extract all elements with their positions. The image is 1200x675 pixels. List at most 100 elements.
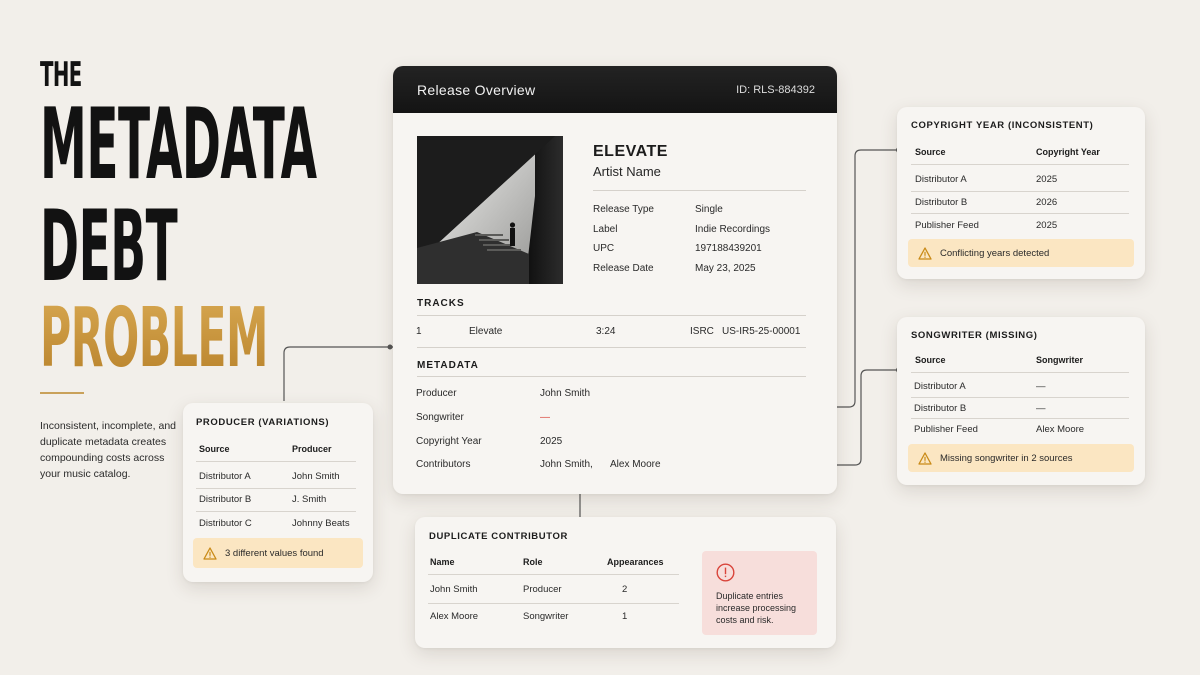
album-cover-image	[417, 136, 563, 284]
alert-text: Duplicate entries increase processing co…	[716, 591, 797, 625]
connector-dot	[387, 344, 393, 350]
metadata-label: Songwriter	[416, 412, 464, 423]
isrc-label: ISRC	[690, 326, 714, 337]
metadata-label: Copyright Year	[416, 436, 482, 447]
warning-icon	[203, 546, 217, 560]
hero-title-line-2: METADATA	[40, 88, 317, 202]
hero-title-line-4: PROBLEM	[40, 291, 268, 386]
table-cell: Distributor A	[199, 471, 251, 482]
table-cell: Johnny Beats	[292, 518, 350, 529]
table-cell: 2025	[1036, 174, 1058, 185]
field-value: May 23, 2025	[695, 263, 756, 274]
table-cell: Publisher Feed	[914, 424, 978, 435]
card-title: PRODUCER (VARIATIONS)	[196, 417, 330, 428]
field-label: UPC	[593, 243, 615, 254]
table-cell: 2	[622, 584, 628, 595]
table-cell: Distributor B	[914, 403, 967, 414]
warning-icon	[918, 451, 932, 465]
warning-text: Conflicting years detected	[940, 247, 1050, 259]
alert-box: Duplicate entries increase processing co…	[702, 551, 817, 635]
metadata-section-title: METADATA	[417, 360, 479, 371]
divider	[593, 190, 806, 191]
release-id: ID: RLS-884392	[736, 83, 815, 96]
table-cell: 1	[622, 611, 628, 622]
track-number: 1	[416, 326, 422, 337]
release-header: Release Overview ID: RLS-884392	[393, 66, 837, 113]
divider	[196, 461, 356, 462]
column-header: Source	[915, 147, 946, 157]
songwriter-card: SONGWRITER (MISSING) Source Songwriter D…	[897, 317, 1145, 485]
hero-title-line-1: THE	[40, 55, 82, 95]
table-cell: Publisher Feed	[915, 220, 979, 231]
divider	[911, 372, 1129, 373]
divider	[911, 397, 1129, 398]
card-title: DUPLICATE CONTRIBUTOR	[429, 531, 568, 542]
divider	[911, 418, 1129, 419]
hero-title-line-3: DEBT	[40, 190, 178, 304]
producer-variations-card: PRODUCER (VARIATIONS) Source Producer Di…	[183, 403, 373, 582]
field-label: Release Date	[593, 263, 654, 274]
column-header: Producer	[292, 444, 332, 454]
card-title: SONGWRITER (MISSING)	[911, 330, 1038, 341]
warning-text: 3 different values found	[225, 547, 324, 559]
table-cell: Distributor B	[915, 197, 968, 208]
divider	[428, 603, 679, 604]
track-title[interactable]: Elevate	[469, 326, 502, 337]
column-header: Source	[915, 355, 946, 365]
divider	[417, 376, 806, 377]
contributor: John Smith,	[540, 459, 593, 470]
column-header: Songwriter	[1036, 355, 1084, 365]
divider	[417, 347, 806, 348]
hero-divider	[40, 392, 84, 394]
table-cell: Alex Moore	[1036, 424, 1085, 435]
divider	[417, 315, 806, 316]
divider	[196, 488, 356, 489]
table-cell: Producer	[523, 584, 562, 595]
table-cell: Distributor B	[199, 494, 252, 505]
tracks-section-title: TRACKS	[417, 298, 465, 309]
table-cell: 2025	[1036, 220, 1058, 231]
warning-banner: Missing songwriter in 2 sources	[908, 444, 1134, 472]
track-duration: 3:24	[596, 326, 616, 337]
metadata-value-missing: —	[540, 412, 550, 423]
table-cell: John Smith	[292, 471, 340, 482]
table-cell-missing: —	[1036, 403, 1046, 414]
table-cell: Distributor A	[914, 381, 966, 392]
column-header: Role	[523, 557, 543, 567]
duplicate-contributor-card: DUPLICATE CONTRIBUTOR Name Role Appearan…	[415, 517, 836, 648]
column-header: Copyright Year	[1036, 147, 1100, 157]
warning-banner: 3 different values found	[193, 538, 363, 568]
table-cell: Alex Moore	[430, 611, 479, 622]
table-cell: Distributor C	[199, 518, 252, 529]
connector-copyright	[837, 149, 899, 408]
album-title: ELEVATE	[593, 143, 668, 160]
copyright-year-card: COPYRIGHT YEAR (INCONSISTENT) Source Cop…	[897, 107, 1145, 279]
column-header: Source	[199, 444, 230, 454]
card-title: COPYRIGHT YEAR (INCONSISTENT)	[911, 120, 1094, 131]
warning-icon	[918, 246, 932, 260]
release-header-title: Release Overview	[417, 81, 536, 98]
field-value: Indie Recordings	[695, 224, 771, 235]
metadata-label: Producer	[416, 388, 457, 399]
field-value: Single	[695, 204, 723, 215]
warning-text: Missing songwriter in 2 sources	[940, 452, 1073, 464]
divider	[911, 164, 1129, 165]
hero-description: Inconsistent, incomplete, and duplicate …	[40, 420, 176, 480]
column-header: Appearances	[607, 557, 664, 567]
field-label: Label	[593, 224, 618, 235]
table-cell: John Smith	[430, 584, 478, 595]
divider	[196, 511, 356, 512]
release-overview-card: Release Overview ID: RLS-884392 ELEVATE …	[393, 66, 837, 494]
artist-name: Artist Name	[593, 164, 661, 179]
contributor: Alex Moore	[610, 459, 661, 470]
table-cell-missing: —	[1036, 381, 1046, 392]
metadata-label: Contributors	[416, 459, 471, 470]
field-value: 197188439201	[695, 243, 762, 254]
divider	[428, 574, 679, 575]
metadata-value: John Smith	[540, 388, 591, 399]
table-cell: J. Smith	[292, 494, 327, 505]
divider	[911, 191, 1129, 192]
table-cell: Distributor A	[915, 174, 967, 185]
column-header: Name	[430, 557, 455, 567]
field-label: Release Type	[593, 204, 654, 215]
